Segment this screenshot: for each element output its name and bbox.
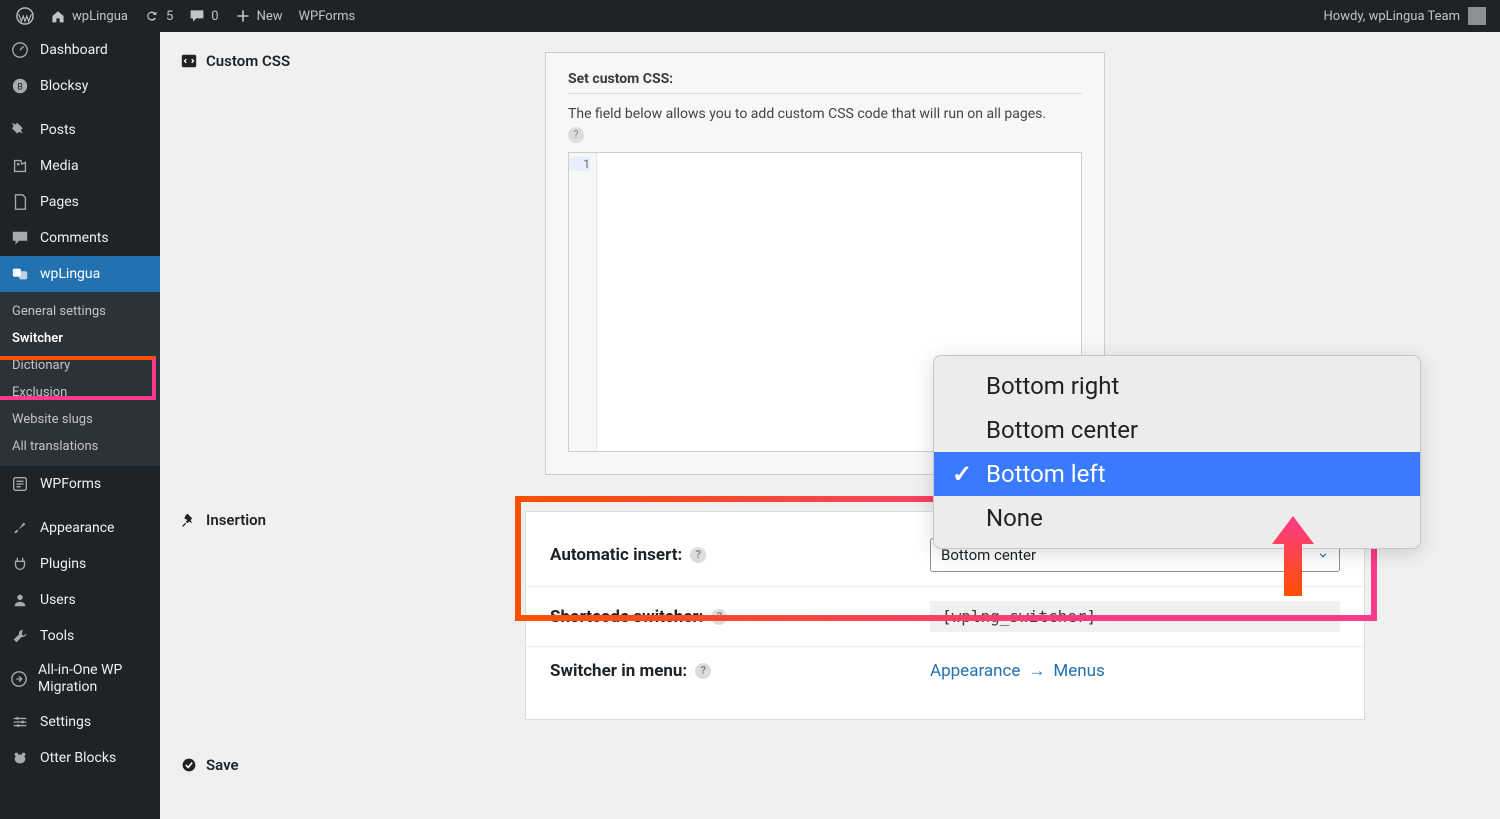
dropdown-option-bottom-center[interactable]: Bottom center bbox=[934, 408, 1420, 452]
help-icon[interactable]: ? bbox=[568, 127, 584, 143]
sidebar-item-label: Media bbox=[40, 158, 79, 174]
help-icon[interactable]: ? bbox=[711, 609, 727, 625]
custom-css-title: Set custom CSS: bbox=[568, 71, 1082, 94]
shortcode-label: Shortcode switcher: bbox=[550, 607, 703, 627]
updates-count: 5 bbox=[166, 9, 173, 24]
blocksy-icon: B bbox=[10, 76, 30, 96]
media-icon bbox=[10, 156, 30, 176]
howdy-label: Howdy, wpLingua Team bbox=[1324, 9, 1460, 24]
sidebar-item-label: Appearance bbox=[40, 520, 114, 536]
migrate-icon bbox=[10, 669, 28, 689]
refresh-icon bbox=[144, 8, 160, 24]
new-content[interactable]: New bbox=[227, 0, 291, 32]
account-menu[interactable]: Howdy, wpLingua Team bbox=[1324, 7, 1492, 25]
auto-insert-dropdown: Bottom right Bottom center Bottom left N… bbox=[933, 355, 1421, 549]
plug-icon bbox=[10, 554, 30, 574]
site-name[interactable]: wpLingua bbox=[42, 0, 136, 32]
sidebar-item-tools[interactable]: Tools bbox=[0, 618, 160, 654]
dropdown-option-bottom-right[interactable]: Bottom right bbox=[934, 364, 1420, 408]
new-label: New bbox=[257, 9, 283, 24]
sidebar-item-label: Comments bbox=[40, 230, 109, 246]
user-icon bbox=[10, 590, 30, 610]
dropdown-option-bottom-left[interactable]: Bottom left bbox=[934, 452, 1420, 496]
sidebar-item-label: Blocksy bbox=[40, 78, 88, 94]
css-gutter: 1 bbox=[569, 153, 597, 451]
sidebar-item-label: Posts bbox=[40, 122, 76, 138]
sidebar-item-label: wpLingua bbox=[40, 266, 100, 282]
code-icon bbox=[180, 52, 198, 70]
submenu-dictionary[interactable]: Dictionary bbox=[0, 352, 160, 379]
sidebar-item-label: Users bbox=[40, 592, 76, 608]
sidebar-item-pages[interactable]: Pages bbox=[0, 184, 160, 220]
pin-icon bbox=[10, 120, 30, 140]
wpforms-link[interactable]: WPForms bbox=[291, 0, 364, 32]
arrow-right-icon: → bbox=[1028, 661, 1045, 681]
submenu-switcher[interactable]: Switcher bbox=[0, 325, 160, 352]
sidebar-item-users[interactable]: Users bbox=[0, 582, 160, 618]
dashboard-icon bbox=[10, 40, 30, 60]
sidebar-item-wplingua[interactable]: wpLingua bbox=[0, 256, 160, 292]
appearance-menus-link[interactable]: Appearance → Menus bbox=[930, 661, 1340, 681]
sidebar-item-blocksy[interactable]: B Blocksy bbox=[0, 68, 160, 104]
insertion-heading: Insertion bbox=[206, 511, 266, 529]
plus-icon bbox=[235, 8, 251, 24]
sidebar-item-label: Settings bbox=[40, 714, 91, 730]
sidebar-item-label: Dashboard bbox=[40, 42, 108, 58]
comments-count: 0 bbox=[211, 9, 218, 24]
page-icon bbox=[10, 192, 30, 212]
form-icon bbox=[10, 474, 30, 494]
sidebar-item-label: Pages bbox=[40, 194, 79, 210]
comments[interactable]: 0 bbox=[181, 0, 226, 32]
avatar bbox=[1468, 7, 1486, 25]
admin-bar: wpLingua 5 0 New WPForms Howdy, wpLingua… bbox=[0, 0, 1500, 32]
site-name-label: wpLingua bbox=[72, 9, 128, 24]
sidebar-item-label: Tools bbox=[40, 628, 74, 644]
custom-css-desc: The field below allows you to add custom… bbox=[568, 104, 1082, 146]
submenu-all-translations[interactable]: All translations bbox=[0, 433, 160, 460]
shortcode-value[interactable]: [wplng_switcher] bbox=[930, 601, 1340, 632]
sidebar-item-label: All-in-One WP Migration bbox=[38, 662, 150, 696]
sliders-icon bbox=[10, 712, 30, 732]
wp-logo[interactable] bbox=[8, 0, 42, 32]
sidebar-item-posts[interactable]: Posts bbox=[0, 112, 160, 148]
comment-icon bbox=[10, 228, 30, 248]
sidebar-item-otter[interactable]: Otter Blocks bbox=[0, 740, 160, 776]
dropdown-option-none[interactable]: None bbox=[934, 496, 1420, 540]
help-icon[interactable]: ? bbox=[690, 547, 706, 563]
chevron-down-icon bbox=[1317, 549, 1329, 561]
sidebar-item-dashboard[interactable]: Dashboard bbox=[0, 32, 160, 68]
sidebar-item-label: WPForms bbox=[40, 476, 101, 492]
sidebar-item-label: Plugins bbox=[40, 556, 86, 572]
updates[interactable]: 5 bbox=[136, 0, 181, 32]
wordpress-icon bbox=[16, 7, 34, 25]
sidebar-item-comments[interactable]: Comments bbox=[0, 220, 160, 256]
sidebar-item-settings[interactable]: Settings bbox=[0, 704, 160, 740]
comment-icon bbox=[189, 8, 205, 24]
sidebar-item-label: Otter Blocks bbox=[40, 750, 116, 766]
pin-icon bbox=[180, 511, 198, 529]
submenu-exclusion[interactable]: Exclusion bbox=[0, 379, 160, 406]
wpforms-label: WPForms bbox=[299, 9, 356, 24]
otter-icon bbox=[10, 748, 30, 768]
sidebar-item-wpforms[interactable]: WPForms bbox=[0, 466, 160, 502]
switcher-menu-label: Switcher in menu: bbox=[550, 661, 687, 681]
help-icon[interactable]: ? bbox=[695, 663, 711, 679]
save-heading: Save bbox=[206, 756, 239, 774]
translate-icon bbox=[10, 264, 30, 284]
sidebar-item-plugins[interactable]: Plugins bbox=[0, 546, 160, 582]
auto-insert-label: Automatic insert: bbox=[550, 545, 682, 565]
home-icon bbox=[50, 8, 66, 24]
sidebar-item-media[interactable]: Media bbox=[0, 148, 160, 184]
svg-text:B: B bbox=[17, 83, 23, 93]
sidebar-item-migration[interactable]: All-in-One WP Migration bbox=[0, 654, 160, 704]
admin-sidebar: Dashboard B Blocksy Posts Media Pages Com… bbox=[0, 32, 160, 819]
wrench-icon bbox=[10, 626, 30, 646]
submenu-general-settings[interactable]: General settings bbox=[0, 298, 160, 325]
submenu-website-slugs[interactable]: Website slugs bbox=[0, 406, 160, 433]
brush-icon bbox=[10, 518, 30, 538]
sidebar-item-appearance[interactable]: Appearance bbox=[0, 510, 160, 546]
check-circle-icon bbox=[180, 756, 198, 774]
custom-css-heading: Custom CSS bbox=[206, 52, 290, 70]
wplingua-submenu: General settings Switcher Dictionary Exc… bbox=[0, 292, 160, 466]
